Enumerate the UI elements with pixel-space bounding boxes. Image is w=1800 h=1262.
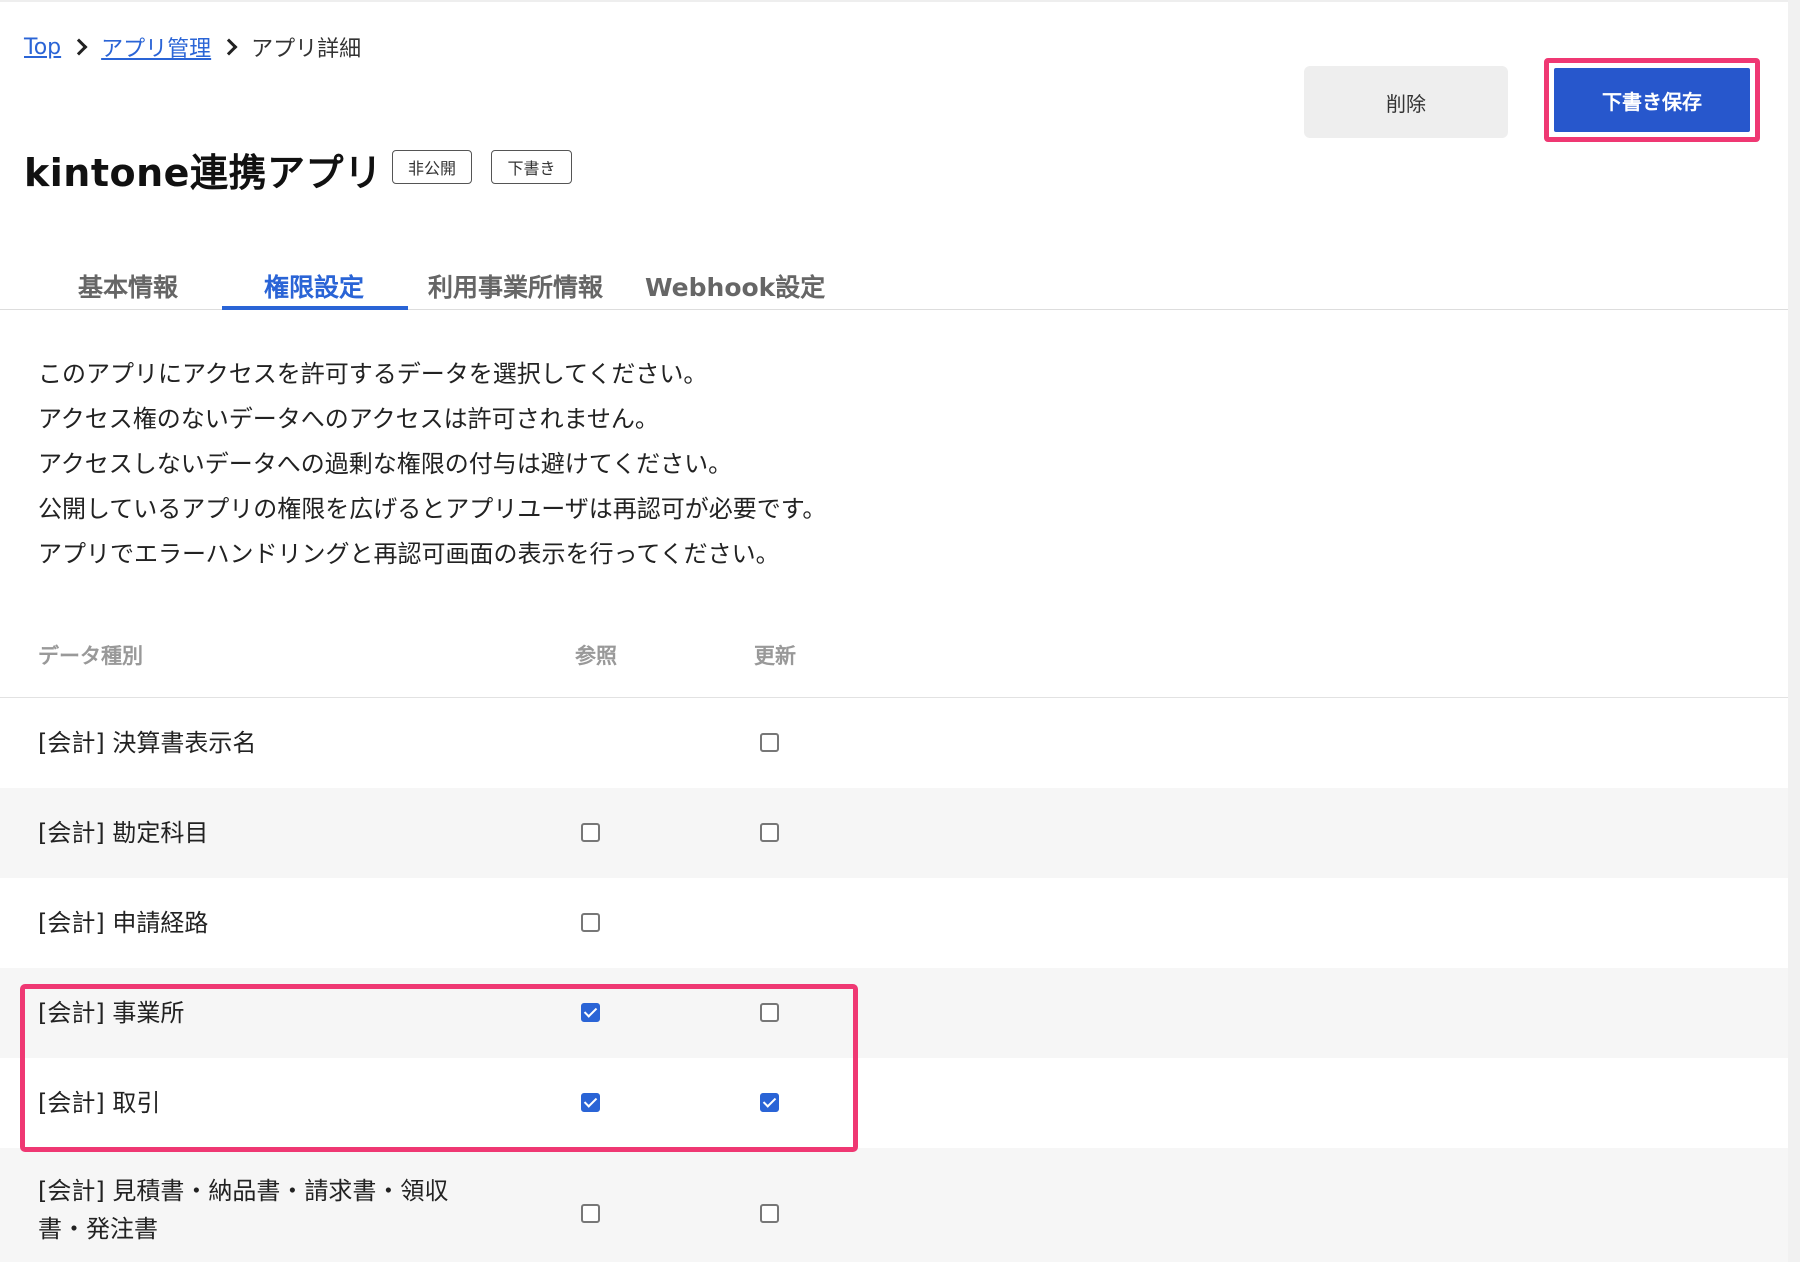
read-checkbox[interactable] — [581, 913, 600, 932]
description-line: このアプリにアクセスを許可するデータを選択してください。 — [38, 360, 708, 388]
column-header-data-type: データ種別 — [38, 644, 143, 668]
tab-office-info[interactable]: 利用事業所情報 — [428, 268, 603, 304]
row-label: [会計] 見積書・納品書・請求書・領収 書・発注書 — [38, 1172, 448, 1248]
tab-webhook[interactable]: Webhook設定 — [645, 268, 825, 304]
description-line: アクセスしないデータへの過剰な権限の付与は避けてください。 — [38, 450, 733, 478]
status-badge-draft: 下書き — [491, 150, 572, 184]
chevron-right-icon — [220, 38, 238, 56]
save-draft-button[interactable]: 下書き保存 — [1554, 68, 1750, 132]
update-checkbox[interactable] — [760, 733, 779, 752]
row-label-line: [会計] 見積書・納品書・請求書・領収 — [38, 1177, 449, 1205]
row-label-line: 書・発注書 — [38, 1215, 158, 1243]
table-row: [会計] 申請経路 — [0, 878, 1788, 968]
active-tab-indicator — [222, 306, 408, 310]
breadcrumb-current: アプリ詳細 — [251, 37, 362, 62]
column-header-read: 参照 — [575, 644, 617, 668]
read-checkbox[interactable] — [581, 1204, 600, 1223]
chevron-right-icon — [70, 38, 88, 56]
tab-permissions[interactable]: 権限設定 — [264, 268, 364, 304]
update-checkbox[interactable] — [760, 1204, 779, 1223]
column-header-update: 更新 — [754, 644, 796, 668]
row-label: [会計] 勘定科目 — [38, 819, 209, 847]
description-line: 公開しているアプリの権限を広げるとアプリユーザは再認可が必要です。 — [38, 495, 827, 523]
table-row: [会計] 決算書表示名 — [0, 698, 1788, 788]
read-checkbox[interactable] — [581, 823, 600, 842]
breadcrumb-app-management-link[interactable]: アプリ管理 — [101, 31, 211, 63]
tab-basic-info[interactable]: 基本情報 — [78, 268, 178, 304]
page: Top アプリ管理 アプリ詳細 削除 下書き保存 kintone連携アプリ 非公… — [0, 0, 1800, 1262]
row-label: [会計] 申請経路 — [38, 909, 209, 937]
description-line: アプリでエラーハンドリングと再認可画面の表示を行ってください。 — [38, 540, 780, 568]
table-row: [会計] 勘定科目 — [0, 788, 1788, 878]
rows-highlight — [20, 984, 858, 1152]
top-edge — [0, 0, 1800, 2]
breadcrumb: Top アプリ管理 アプリ詳細 — [24, 30, 361, 64]
right-scroll-edge — [1788, 0, 1800, 1262]
permission-description: このアプリにアクセスを許可するデータを選択してください。 アクセス権のないデータ… — [38, 352, 826, 577]
description-line: アクセス権のないデータへのアクセスは許可されません。 — [38, 405, 659, 433]
update-checkbox[interactable] — [760, 823, 779, 842]
table-row: [会計] 見積書・納品書・請求書・領収 書・発注書 — [0, 1148, 1788, 1262]
breadcrumb-top-link[interactable]: Top — [24, 35, 61, 60]
delete-button[interactable]: 削除 — [1304, 66, 1508, 138]
row-label: [会計] 決算書表示名 — [38, 729, 257, 757]
page-title: kintone連携アプリ — [24, 151, 383, 195]
status-badge-private: 非公開 — [392, 150, 472, 184]
